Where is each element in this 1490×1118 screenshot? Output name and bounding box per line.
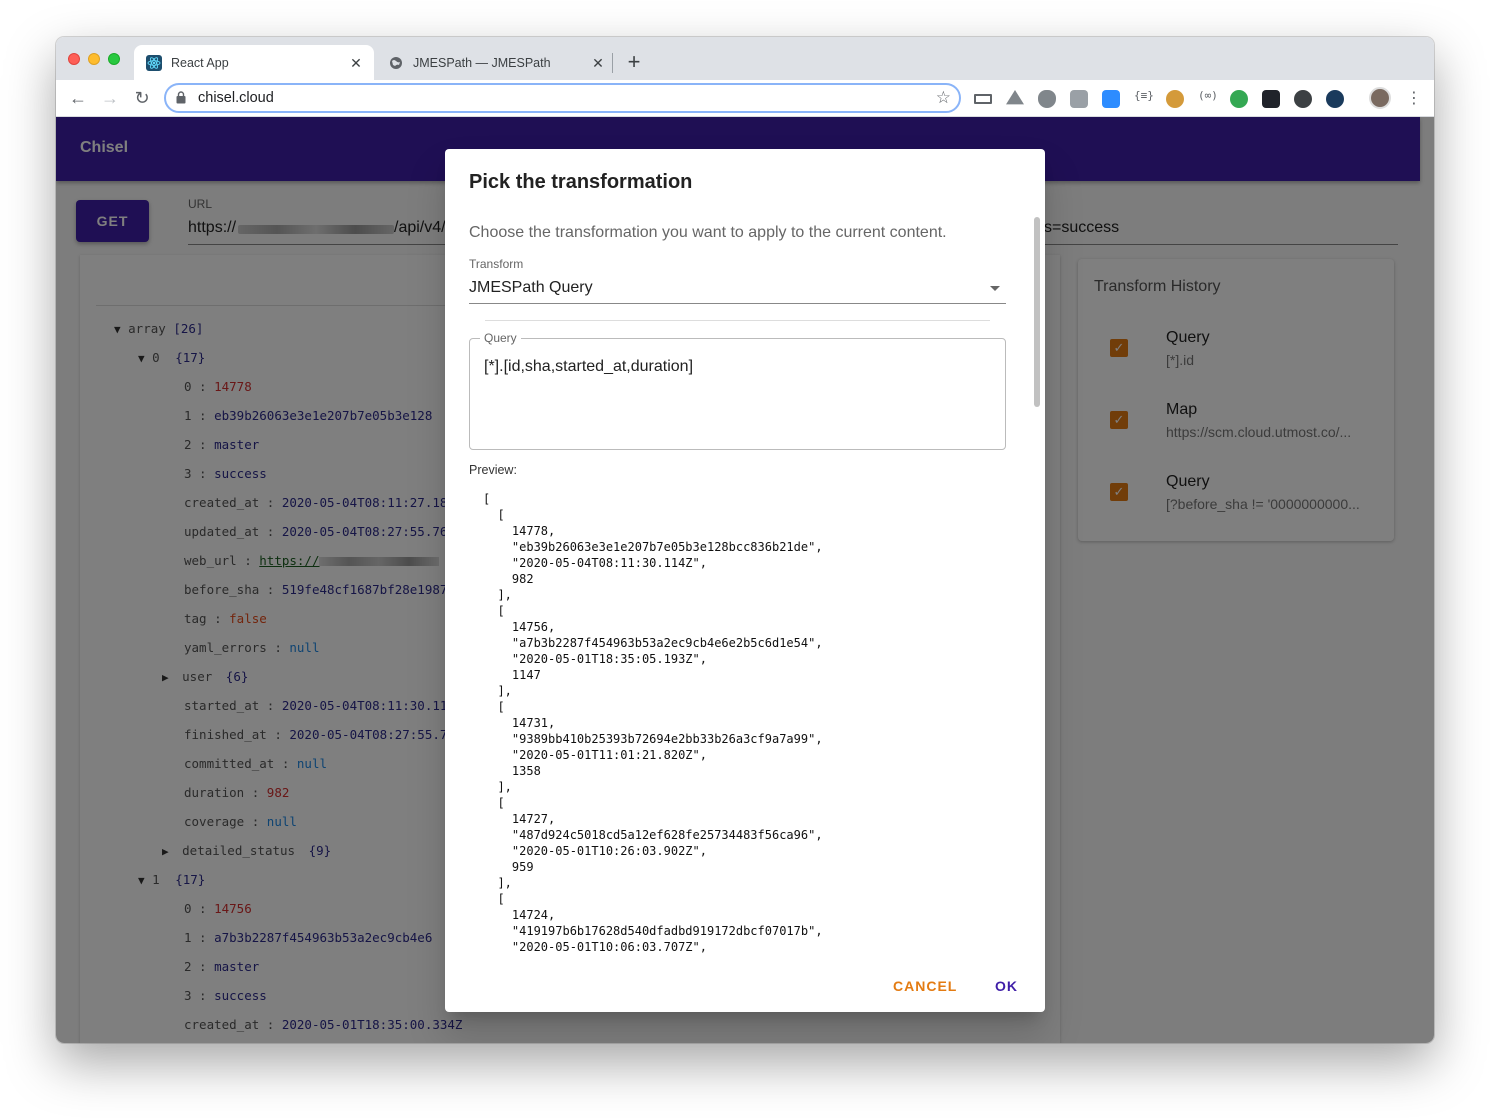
- dialog-actions: CANCEL OK: [445, 964, 1045, 1012]
- minimize-window-button[interactable]: [88, 53, 100, 65]
- lock-icon: [176, 91, 186, 109]
- photos-icon[interactable]: [1070, 90, 1088, 108]
- new-tab-button[interactable]: +: [622, 51, 646, 75]
- query-input[interactable]: Query [*].[id,sha,started_at,duration]: [469, 331, 1006, 450]
- tab-react-app[interactable]: React App ✕: [134, 45, 374, 80]
- preview-output: [ [ 14778, "eb39b26063e3e1e207b7e05b3e12…: [483, 492, 823, 954]
- back-arrow-icon[interactable]: ←: [66, 86, 90, 110]
- transform-dialog: Pick the transformation Choose the trans…: [445, 149, 1045, 1012]
- ok-button[interactable]: OK: [995, 978, 1018, 994]
- reload-icon[interactable]: ↻: [130, 86, 154, 110]
- browser-toolbar: ← → ↻ chisel.cloud ☆ {≡} (∞) ⋮: [56, 80, 1434, 117]
- react-devtools-icon[interactable]: [1262, 90, 1280, 108]
- bookmark-star-icon[interactable]: ☆: [936, 88, 951, 108]
- query-label: Query: [480, 331, 521, 345]
- recycle-icon[interactable]: [1230, 90, 1248, 108]
- cancel-button[interactable]: CANCEL: [893, 978, 957, 994]
- query-text: [*].[id,sha,started_at,duration]: [484, 358, 694, 375]
- tab-separator: [612, 53, 613, 73]
- shield-icon[interactable]: [1038, 90, 1056, 108]
- cookie-icon[interactable]: [1166, 90, 1184, 108]
- circle-extension-icon[interactable]: [1294, 90, 1312, 108]
- transform-value: JMESPath Query: [469, 279, 593, 296]
- browser-window: React App ✕ JMESPath — JMESPath ✕ + ← → …: [56, 37, 1434, 1043]
- preview-label: Preview:: [469, 463, 517, 477]
- address-bar[interactable]: chisel.cloud ☆: [164, 83, 961, 113]
- tab-title: React App: [171, 55, 229, 70]
- drive-icon[interactable]: [1006, 90, 1024, 105]
- close-tab-icon[interactable]: ✕: [590, 55, 606, 71]
- address-text: chisel.cloud: [198, 90, 274, 106]
- scrollbar-thumb[interactable]: [1034, 217, 1040, 407]
- tab-title: JMESPath — JMESPath: [413, 55, 551, 70]
- dialog-title: Pick the transformation: [469, 171, 693, 193]
- close-window-button[interactable]: [68, 53, 80, 65]
- dialog-description: Choose the transformation you want to ap…: [469, 224, 947, 241]
- maximize-window-button[interactable]: [108, 53, 120, 65]
- globe-icon: [388, 55, 404, 71]
- react-icon: [146, 54, 162, 71]
- divider: [485, 320, 990, 321]
- zoom-icon[interactable]: [1102, 90, 1120, 108]
- sync-extension-icon[interactable]: [1326, 90, 1344, 108]
- tab-jmespath[interactable]: JMESPath — JMESPath ✕: [376, 45, 616, 80]
- close-tab-icon[interactable]: ✕: [348, 55, 364, 71]
- app-page: Chisel GET URL https:// /api/v4/ s=succe…: [56, 117, 1434, 1043]
- cast-icon[interactable]: [974, 94, 992, 104]
- transform-label: Transform: [469, 257, 524, 271]
- profile-avatar[interactable]: [1369, 87, 1391, 109]
- kebab-menu-icon[interactable]: ⋮: [1406, 88, 1422, 108]
- transform-select[interactable]: JMESPath Query: [469, 275, 1006, 304]
- dialog-content: Choose the transformation you want to ap…: [445, 213, 1031, 958]
- dialog-scrollbar[interactable]: [1032, 215, 1041, 955]
- dropdown-arrow-icon: [990, 286, 1000, 291]
- code-icon[interactable]: (∞): [1198, 89, 1218, 102]
- window-controls: [68, 53, 120, 65]
- json-formatter-icon[interactable]: {≡}: [1134, 89, 1154, 102]
- forward-arrow-icon[interactable]: →: [98, 86, 122, 110]
- tab-strip: React App ✕ JMESPath — JMESPath ✕ +: [56, 37, 1434, 80]
